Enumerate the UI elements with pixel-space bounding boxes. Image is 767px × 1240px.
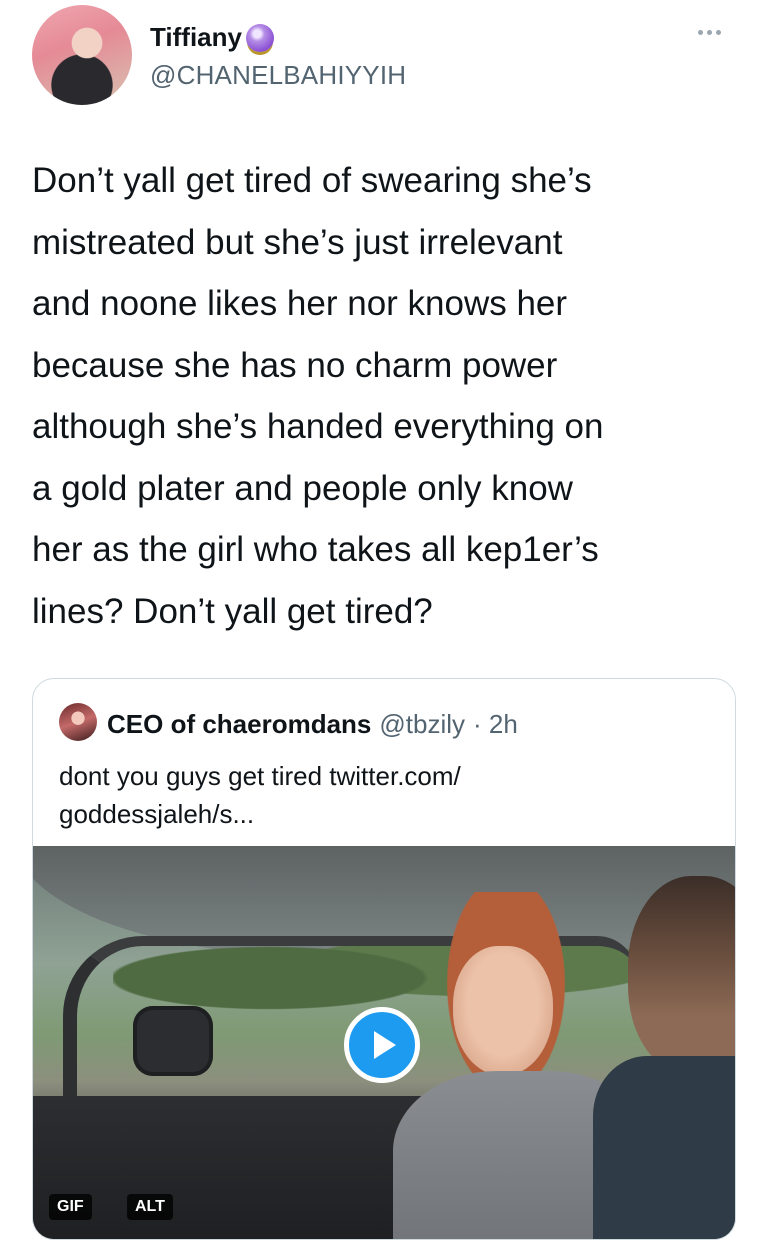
- gif-tag: GIF: [49, 1194, 92, 1220]
- display-name-text: Tiffiany: [150, 22, 242, 52]
- tweet-text: Don’t yall get tired of swearing she’s m…: [32, 161, 604, 631]
- play-button[interactable]: [344, 1007, 420, 1083]
- more-options-icon[interactable]: [698, 30, 721, 35]
- alt-tag[interactable]: ALT: [127, 1194, 173, 1220]
- media-scene-mirror: [133, 1006, 213, 1076]
- crystal-ball-icon: [245, 23, 274, 52]
- play-icon: [374, 1031, 396, 1059]
- quoted-media-gif[interactable]: GIF ALT: [33, 846, 735, 1239]
- media-scene-woman-face: [453, 946, 553, 1076]
- quoted-display-name: CEO of chaeromdans: [107, 709, 372, 739]
- author-avatar[interactable]: [32, 5, 132, 105]
- author-display-name[interactable]: Tiffiany: [150, 22, 274, 53]
- quoted-handle: @tbzily: [379, 709, 466, 739]
- quoted-tweet-card[interactable]: CEO of chaeromdans @tbzily · 2h dont you…: [32, 678, 736, 1240]
- media-scene-man-head: [628, 876, 735, 1076]
- quoted-tweet-header: CEO of chaeromdans @tbzily · 2h: [107, 709, 518, 740]
- quoted-author-avatar: [59, 703, 97, 741]
- media-scene-man-body: [593, 1056, 735, 1239]
- author-handle[interactable]: @CHANELBAHIYYIH: [150, 60, 406, 91]
- quoted-tweet-text: dont you guys get tired twitter.com/ god…: [59, 761, 461, 829]
- quoted-time: · 2h: [473, 709, 518, 739]
